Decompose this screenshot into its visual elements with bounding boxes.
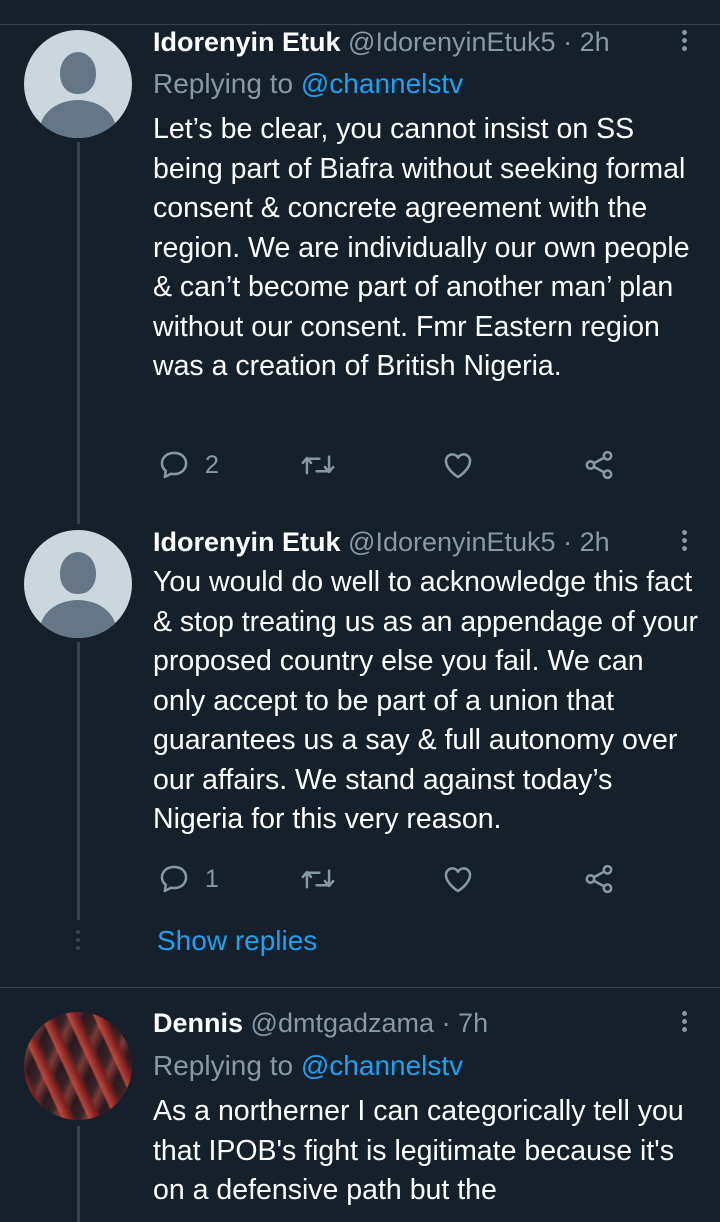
tweet-header: Idorenyin Etuk @IdorenyinEtuk5 · 2h: [153, 25, 610, 59]
share-icon: [585, 864, 613, 894]
reply-icon: [160, 865, 188, 893]
replying-to-label: Replying to: [153, 1050, 294, 1081]
tweet-time[interactable]: · 2h: [563, 527, 610, 557]
avatar-body-shape: [40, 100, 116, 138]
avatar[interactable]: [24, 30, 132, 138]
replying-to: Replying to @channelstv: [153, 67, 463, 101]
avatar-head-shape: [60, 52, 96, 94]
share-icon: [585, 450, 613, 480]
display-name[interactable]: Dennis: [153, 1008, 243, 1038]
tweet-header: Dennis @dmtgadzama · 7h: [153, 1006, 488, 1040]
avatar[interactable]: [24, 530, 132, 638]
tweet-time[interactable]: · 2h: [563, 27, 610, 57]
more-vertical-icon[interactable]: [678, 1008, 690, 1038]
avatar-head-shape: [60, 552, 96, 594]
tweet-text: Let’s be clear, you cannot insist on SS …: [153, 113, 690, 382]
retweet-icon: [301, 869, 335, 889]
thread-line: [77, 142, 80, 524]
like-button[interactable]: [441, 862, 475, 896]
thread-line: [77, 1126, 80, 1222]
reply-count: 2: [205, 450, 219, 479]
heart-icon: [444, 867, 472, 893]
reply-count: 1: [205, 864, 219, 893]
tweet-text: As a northerner I can categorically tell…: [153, 1095, 684, 1206]
mention-link[interactable]: @channelstv: [301, 68, 463, 99]
retweet-button[interactable]: [300, 448, 336, 482]
more-vertical-icon[interactable]: [678, 27, 690, 57]
thread-line: [77, 642, 80, 920]
retweet-button[interactable]: [300, 862, 336, 896]
timeline: Idorenyin Etuk @IdorenyinEtuk5 · 2h Repl…: [0, 0, 720, 1222]
reply-button[interactable]: 1: [157, 862, 219, 896]
tweet-text: You would do well to acknowledge this fa…: [153, 566, 699, 835]
retweet-icon: [301, 455, 335, 475]
replying-to: Replying to @channelstv: [153, 1049, 463, 1083]
user-handle[interactable]: @dmtgadzama: [251, 1008, 435, 1038]
heart-icon: [444, 453, 472, 479]
display-name[interactable]: Idorenyin Etuk: [153, 27, 341, 57]
show-replies-link[interactable]: Show replies: [157, 924, 317, 958]
replying-to-label: Replying to: [153, 68, 294, 99]
avatar-body-shape: [40, 600, 116, 638]
more-vertical-icon[interactable]: [678, 527, 690, 557]
reply-icon: [160, 451, 188, 479]
mention-link[interactable]: @channelstv: [301, 1050, 463, 1081]
user-handle[interactable]: @IdorenyinEtuk5: [348, 527, 556, 557]
reply-button[interactable]: 2: [157, 448, 219, 482]
share-button[interactable]: [582, 448, 616, 482]
share-button[interactable]: [582, 862, 616, 896]
avatar[interactable]: [24, 1012, 132, 1120]
user-handle[interactable]: @IdorenyinEtuk5: [348, 27, 556, 57]
thread-dots: [76, 930, 81, 954]
divider: [0, 987, 720, 988]
tweet-time[interactable]: · 7h: [442, 1008, 489, 1038]
tweet-header: Idorenyin Etuk @IdorenyinEtuk5 · 2h: [153, 525, 610, 559]
like-button[interactable]: [441, 448, 475, 482]
display-name[interactable]: Idorenyin Etuk: [153, 527, 341, 557]
